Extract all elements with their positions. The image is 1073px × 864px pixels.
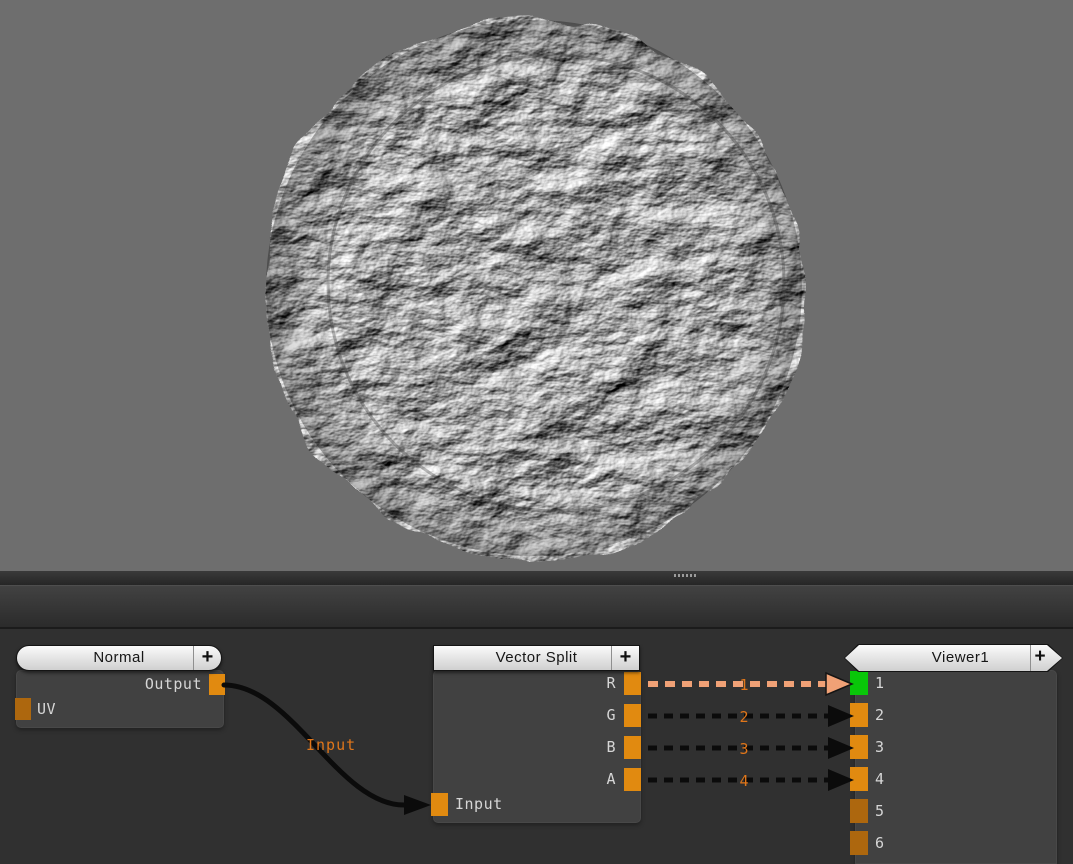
port-label-a: A [606, 768, 616, 791]
port-viewer1-2[interactable] [850, 703, 868, 727]
port-vectorsplit-g[interactable] [624, 704, 641, 727]
node-vectorsplit-add-button[interactable]: + [611, 646, 639, 670]
wire-label-input: Input [306, 736, 356, 754]
pane-splitter[interactable] [0, 571, 1073, 585]
port-label-6: 6 [875, 831, 885, 855]
node-vectorsplit-title: Vector Split [434, 646, 639, 670]
port-label-4: 4 [875, 767, 885, 791]
port-viewer1-5[interactable] [850, 799, 868, 823]
sphere-vignette [266, 20, 802, 556]
toolbar-band [0, 585, 1073, 629]
render-viewport[interactable] [0, 0, 1073, 571]
port-label-input: Input [455, 793, 503, 816]
port-vectorsplit-input[interactable] [431, 793, 448, 816]
node-normal-add-button[interactable]: + [193, 646, 221, 670]
node-viewer1-header[interactable]: Viewer1 + [844, 644, 1063, 672]
port-vectorsplit-b[interactable] [624, 736, 641, 759]
splitter-handle-dots[interactable] [674, 574, 697, 577]
port-vectorsplit-a[interactable] [624, 768, 641, 791]
wire-label-4: 4 [739, 772, 748, 790]
port-normal-output[interactable] [209, 674, 225, 695]
port-label-r: R [606, 672, 616, 695]
port-label-2: 2 [875, 703, 885, 727]
node-viewer1-add-button[interactable]: + [1030, 645, 1049, 671]
wire-label-3: 3 [739, 740, 748, 758]
node-normal-header[interactable]: Normal + [16, 645, 222, 671]
node-viewer1-body[interactable]: 1 2 3 4 5 6 [855, 670, 1057, 864]
wire-label-2: 2 [739, 708, 748, 726]
node-normal-body[interactable]: Output UV [16, 670, 224, 728]
port-label-uv: UV [37, 698, 56, 720]
render-scene [0, 0, 1073, 571]
port-label-b: B [606, 736, 616, 759]
node-vectorsplit-body[interactable]: R G B A Input [433, 670, 641, 823]
port-viewer1-6[interactable] [850, 831, 868, 855]
wire-r-to-1-arrowhead [826, 673, 852, 695]
port-label-g: G [606, 704, 616, 727]
port-vectorsplit-r[interactable] [624, 672, 641, 695]
port-label-5: 5 [875, 799, 885, 823]
node-vectorsplit-header[interactable]: Vector Split + [433, 645, 640, 671]
port-viewer1-4[interactable] [850, 767, 868, 791]
port-normal-uv[interactable] [15, 698, 31, 720]
port-viewer1-1[interactable] [850, 671, 868, 695]
port-label-1: 1 [875, 671, 885, 695]
node-normal-title: Normal [17, 646, 221, 670]
port-viewer1-3[interactable] [850, 735, 868, 759]
node-graph[interactable]: Output UV Normal + R G B A Input Vector … [0, 629, 1073, 864]
app-window: Output UV Normal + R G B A Input Vector … [0, 0, 1073, 864]
wire-output-to-input-arrowhead [404, 795, 431, 815]
port-label-output: Output [145, 674, 202, 695]
node-viewer1-header-face: Viewer1 + [845, 645, 1062, 671]
wire-label-1: 1 [739, 676, 748, 694]
port-label-3: 3 [875, 735, 885, 759]
wire-output-to-input[interactable] [224, 685, 404, 805]
